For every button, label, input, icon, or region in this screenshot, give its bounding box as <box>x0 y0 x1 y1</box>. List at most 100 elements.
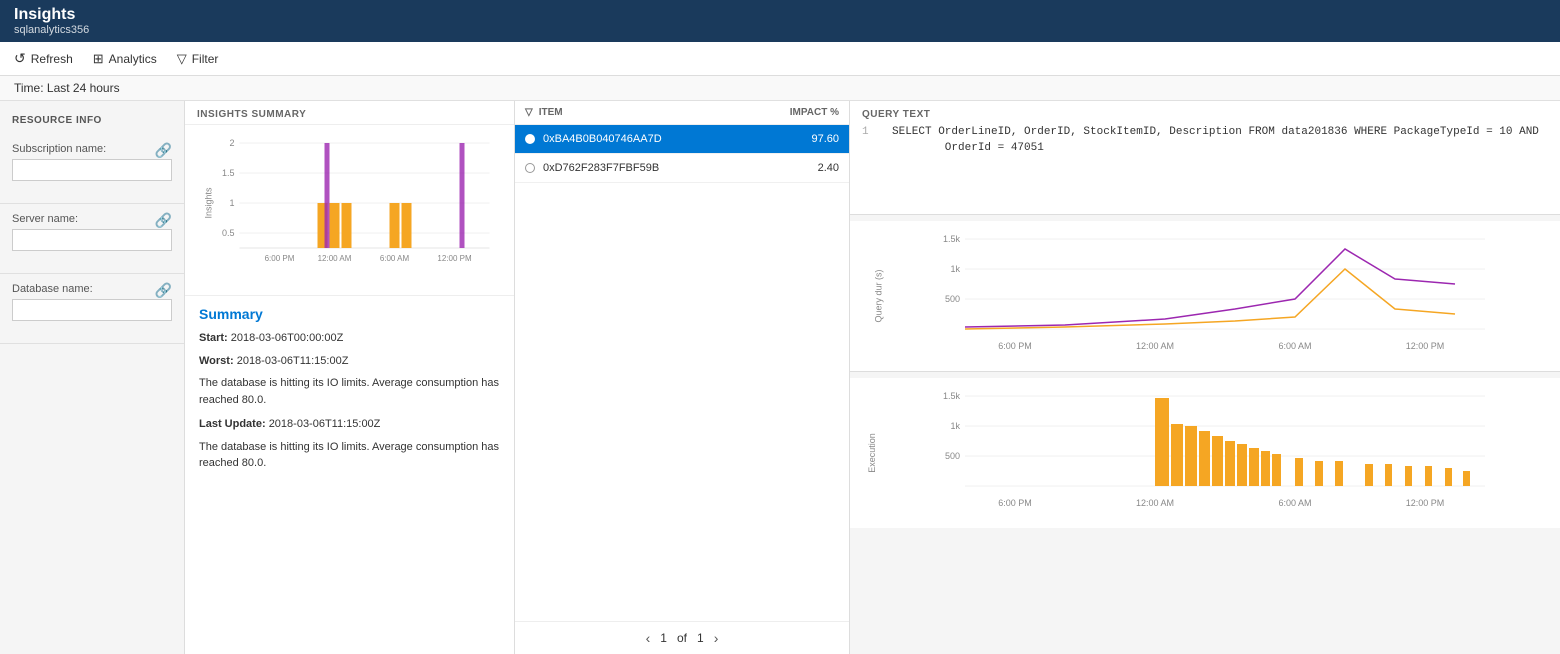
database-label: Database name: <box>12 283 93 295</box>
col-impact-label: IMPACT % <box>759 107 839 118</box>
filter-icon <box>177 51 187 67</box>
svg-text:2: 2 <box>229 138 234 148</box>
app-header: Insights sqlanalytics356 <box>0 0 1560 42</box>
insights-panel: INSIGHTS SUMMARY 2 1.5 1 0.5 Insights <box>185 101 515 654</box>
bar-chart-svg: 1.5k 1k 500 <box>862 386 1548 516</box>
svg-text:6:00 AM: 6:00 AM <box>1278 341 1311 351</box>
bar-chart-panel: Execution 1.5k 1k 500 <box>850 378 1560 528</box>
page-of: of <box>677 631 687 645</box>
svg-text:500: 500 <box>945 294 960 304</box>
bar-chart-y-label: Execution <box>867 433 877 473</box>
summary-worst: Worst: 2018-03-06T11:15:00Z <box>199 353 500 370</box>
query-line-num-1 <box>862 142 882 154</box>
svg-text:12:00 AM: 12:00 AM <box>318 254 352 263</box>
right-panel: QUERY TEXT 1 SELECT OrderLineID, OrderID… <box>850 101 1560 654</box>
server-input[interactable] <box>12 229 172 251</box>
svg-text:1.5k: 1.5k <box>943 234 961 244</box>
sidebar: RESOURCE INFO Subscription name: 🔗 Serve… <box>0 101 185 654</box>
svg-text:1.5k: 1.5k <box>943 391 961 401</box>
item-row-0[interactable]: 0xBA4B0B040746AA7D 97.60 <box>515 125 849 154</box>
summary-section: Summary Start: 2018-03-06T00:00:00Z Wors… <box>185 295 514 490</box>
svg-text:500: 500 <box>945 451 960 461</box>
subscription-input[interactable] <box>12 159 172 181</box>
summary-worst-label: Worst: <box>199 355 234 367</box>
item-impact-0: 97.60 <box>759 133 839 145</box>
refresh-button[interactable]: Refresh <box>14 50 73 67</box>
analytics-icon <box>93 51 104 67</box>
app-title: Insights <box>14 6 1546 24</box>
page-total: 1 <box>697 631 704 645</box>
toolbar: Refresh Analytics Filter <box>0 42 1560 76</box>
item-dot-1 <box>525 163 535 173</box>
refresh-label: Refresh <box>31 52 73 66</box>
svg-text:1.5: 1.5 <box>222 168 235 178</box>
svg-text:6:00 AM: 6:00 AM <box>1278 498 1311 508</box>
server-field: Server name: 🔗 <box>0 204 184 274</box>
analytics-label: Analytics <box>109 52 157 66</box>
query-text-1: OrderId = 47051 <box>892 142 1044 154</box>
line-chart-inner: Query dur (s) 1.5k 1k 500 <box>850 221 1560 371</box>
line-chart-y-label: Query dur (s) <box>874 269 884 322</box>
next-page-button[interactable]: › <box>714 630 719 646</box>
item-list-panel: ▽ ITEM IMPACT % 0xBA4B0B040746AA7D 97.60… <box>515 101 850 654</box>
summary-worst-value: 2018-03-06T11:15:00Z <box>237 355 349 367</box>
query-line-num-0: 1 <box>862 126 882 138</box>
subscription-edit-icon[interactable]: 🔗 <box>155 142 172 159</box>
query-line-1: OrderId = 47051 <box>850 140 1560 156</box>
prev-page-button[interactable]: ‹ <box>646 630 651 646</box>
item-name-0: 0xBA4B0B040746AA7D <box>543 133 759 145</box>
refresh-icon <box>14 50 26 67</box>
sidebar-section-title: RESOURCE INFO <box>0 111 184 134</box>
line-chart-svg: 1.5k 1k 500 6:00 PM 12:00 AM 6:00 AM 12:… <box>862 229 1548 359</box>
query-line-0: 1 SELECT OrderLineID, OrderID, StockItem… <box>850 124 1560 140</box>
time-bar: Time: Last 24 hours <box>0 76 1560 101</box>
database-input[interactable] <box>12 299 172 321</box>
item-name-1: 0xD762F283F7FBF59B <box>543 162 759 174</box>
summary-desc1: The database is hitting its IO limits. A… <box>199 375 500 408</box>
summary-last-update-value: 2018-03-06T11:15:00Z <box>269 418 381 430</box>
database-edit-icon[interactable]: 🔗 <box>155 282 172 299</box>
svg-text:Insights: Insights <box>204 187 214 219</box>
main-content: RESOURCE INFO Subscription name: 🔗 Serve… <box>0 101 1560 654</box>
filter-icon-header: ▽ <box>525 107 533 118</box>
svg-text:1k: 1k <box>950 421 960 431</box>
insights-chart-svg: 2 1.5 1 0.5 Insights <box>193 133 506 273</box>
svg-text:12:00 AM: 12:00 AM <box>1136 341 1174 351</box>
svg-text:6:00 PM: 6:00 PM <box>998 341 1032 351</box>
subscription-field: Subscription name: 🔗 <box>0 134 184 204</box>
svg-text:1: 1 <box>229 198 234 208</box>
center-area: INSIGHTS SUMMARY 2 1.5 1 0.5 Insights <box>185 101 1560 654</box>
query-text-0: SELECT OrderLineID, OrderID, StockItemID… <box>892 126 1539 138</box>
summary-last-update-label: Last Update: <box>199 418 266 430</box>
summary-title: Summary <box>199 306 500 322</box>
server-edit-icon[interactable]: 🔗 <box>155 212 172 229</box>
summary-start-value: 2018-03-06T00:00:00Z <box>231 332 344 344</box>
page-current: 1 <box>660 631 667 645</box>
svg-text:0.5: 0.5 <box>222 228 235 238</box>
database-field: Database name: 🔗 <box>0 274 184 344</box>
svg-text:12:00 PM: 12:00 PM <box>1406 341 1445 351</box>
bar-chart-inner: Execution 1.5k 1k 500 <box>850 378 1560 528</box>
summary-start-label: Start: <box>199 332 228 344</box>
query-text-title: QUERY TEXT <box>850 101 1560 124</box>
svg-text:12:00 PM: 12:00 PM <box>437 254 472 263</box>
summary-start: Start: 2018-03-06T00:00:00Z <box>199 330 500 347</box>
item-list-header: ▽ ITEM IMPACT % <box>515 101 849 125</box>
filter-label: Filter <box>192 52 219 66</box>
svg-text:12:00 AM: 12:00 AM <box>1136 498 1174 508</box>
summary-desc2: The database is hitting its IO limits. A… <box>199 439 500 472</box>
time-label: Time: Last 24 hours <box>14 81 120 95</box>
item-row-1[interactable]: 0xD762F283F7FBF59B 2.40 <box>515 154 849 183</box>
svg-text:12:00 PM: 12:00 PM <box>1406 498 1445 508</box>
analytics-button[interactable]: Analytics <box>93 51 157 67</box>
svg-text:6:00 AM: 6:00 AM <box>380 254 410 263</box>
subscription-label: Subscription name: <box>12 143 106 155</box>
filter-button[interactable]: Filter <box>177 51 219 67</box>
insights-chart: 2 1.5 1 0.5 Insights <box>185 125 514 295</box>
query-text-panel: QUERY TEXT 1 SELECT OrderLineID, OrderID… <box>850 101 1560 215</box>
app-subtitle: sqlanalytics356 <box>14 24 1546 36</box>
insights-summary-title: INSIGHTS SUMMARY <box>185 101 514 125</box>
item-impact-1: 2.40 <box>759 162 839 174</box>
line-chart-panel: Query dur (s) 1.5k 1k 500 <box>850 221 1560 372</box>
svg-text:1k: 1k <box>950 264 960 274</box>
